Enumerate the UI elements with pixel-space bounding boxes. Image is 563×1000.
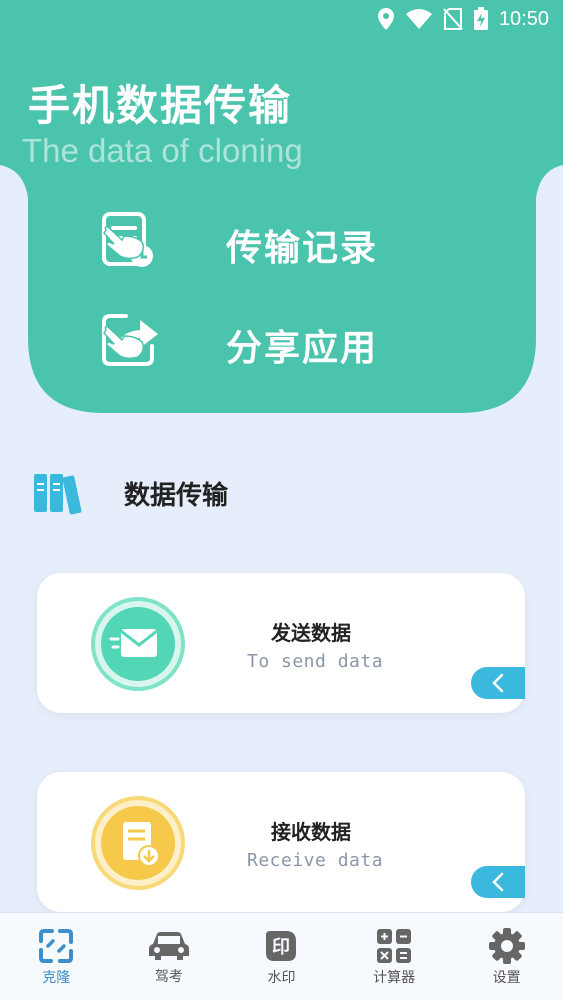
- share-app-label: 分享应用: [226, 328, 379, 369]
- hero-subtitle: The data of cloning: [22, 132, 303, 169]
- nav-label: 克隆: [42, 969, 71, 986]
- send-data-subtitle: To send data: [247, 651, 384, 672]
- nav-label: 设置: [492, 969, 521, 986]
- status-bar: 10:50: [0, 0, 563, 40]
- transfer-history-label: 传输记录: [226, 228, 379, 269]
- pointing-hand-icon: [103, 326, 145, 360]
- nav-label: 水印: [267, 969, 296, 986]
- books-icon: [34, 474, 82, 515]
- download-document-icon: [101, 806, 175, 880]
- send-expand-tab[interactable]: [471, 667, 525, 699]
- car-icon: [148, 931, 189, 960]
- location-icon: [377, 8, 394, 30]
- receive-data-title: 接收数据: [271, 820, 351, 844]
- send-data-title: 发送数据: [271, 621, 351, 645]
- calculator-icon: [377, 928, 412, 963]
- envelope-icon: [101, 607, 175, 681]
- nav-item-clone[interactable]: 克隆: [6, 927, 106, 987]
- receive-icon-circle: [91, 796, 185, 890]
- status-icons: 10:50: [377, 7, 549, 31]
- send-icon-circle: [91, 597, 185, 691]
- clone-icon: [39, 928, 74, 963]
- chevron-left-icon: [492, 872, 504, 892]
- send-data-card[interactable]: 发送数据 To send data: [37, 573, 525, 713]
- wifi-icon: [405, 9, 432, 29]
- nav-item-calculator[interactable]: 计算器: [344, 927, 444, 987]
- hero-title: 手机数据传输: [28, 81, 293, 130]
- pointing-hand-icon: [103, 226, 145, 260]
- section-header: 数据传输: [32, 470, 228, 516]
- hero-panel: 手机数据传输 The data of cloning 传输记录 分享应用: [0, 40, 563, 413]
- chevron-left-icon: [492, 673, 504, 693]
- share-app-button[interactable]: 分享应用: [100, 310, 460, 380]
- nav-item-driving-test[interactable]: 驾考: [119, 928, 219, 986]
- transfer-history-button[interactable]: 传输记录: [100, 210, 460, 280]
- receive-data-card[interactable]: 接收数据 Receive data: [37, 772, 525, 912]
- section-title: 数据传输: [124, 480, 229, 511]
- nav-item-watermark[interactable]: 印 水印: [231, 927, 331, 987]
- svg-text:印: 印: [272, 937, 290, 958]
- watermark-icon: 印: [266, 930, 297, 961]
- status-time: 10:50: [498, 7, 549, 30]
- battery-charging-icon: [473, 7, 488, 30]
- nav-label: 驾考: [154, 968, 183, 985]
- nav-item-settings[interactable]: 设置: [457, 927, 557, 987]
- gear-icon: [488, 927, 525, 964]
- bottom-nav: 克隆 驾考 印 水印 计算器 设置: [0, 912, 563, 1000]
- receive-data-subtitle: Receive data: [247, 850, 384, 871]
- no-sim-icon: [443, 8, 463, 30]
- receive-expand-tab[interactable]: [471, 866, 525, 898]
- nav-label: 计算器: [373, 969, 416, 986]
